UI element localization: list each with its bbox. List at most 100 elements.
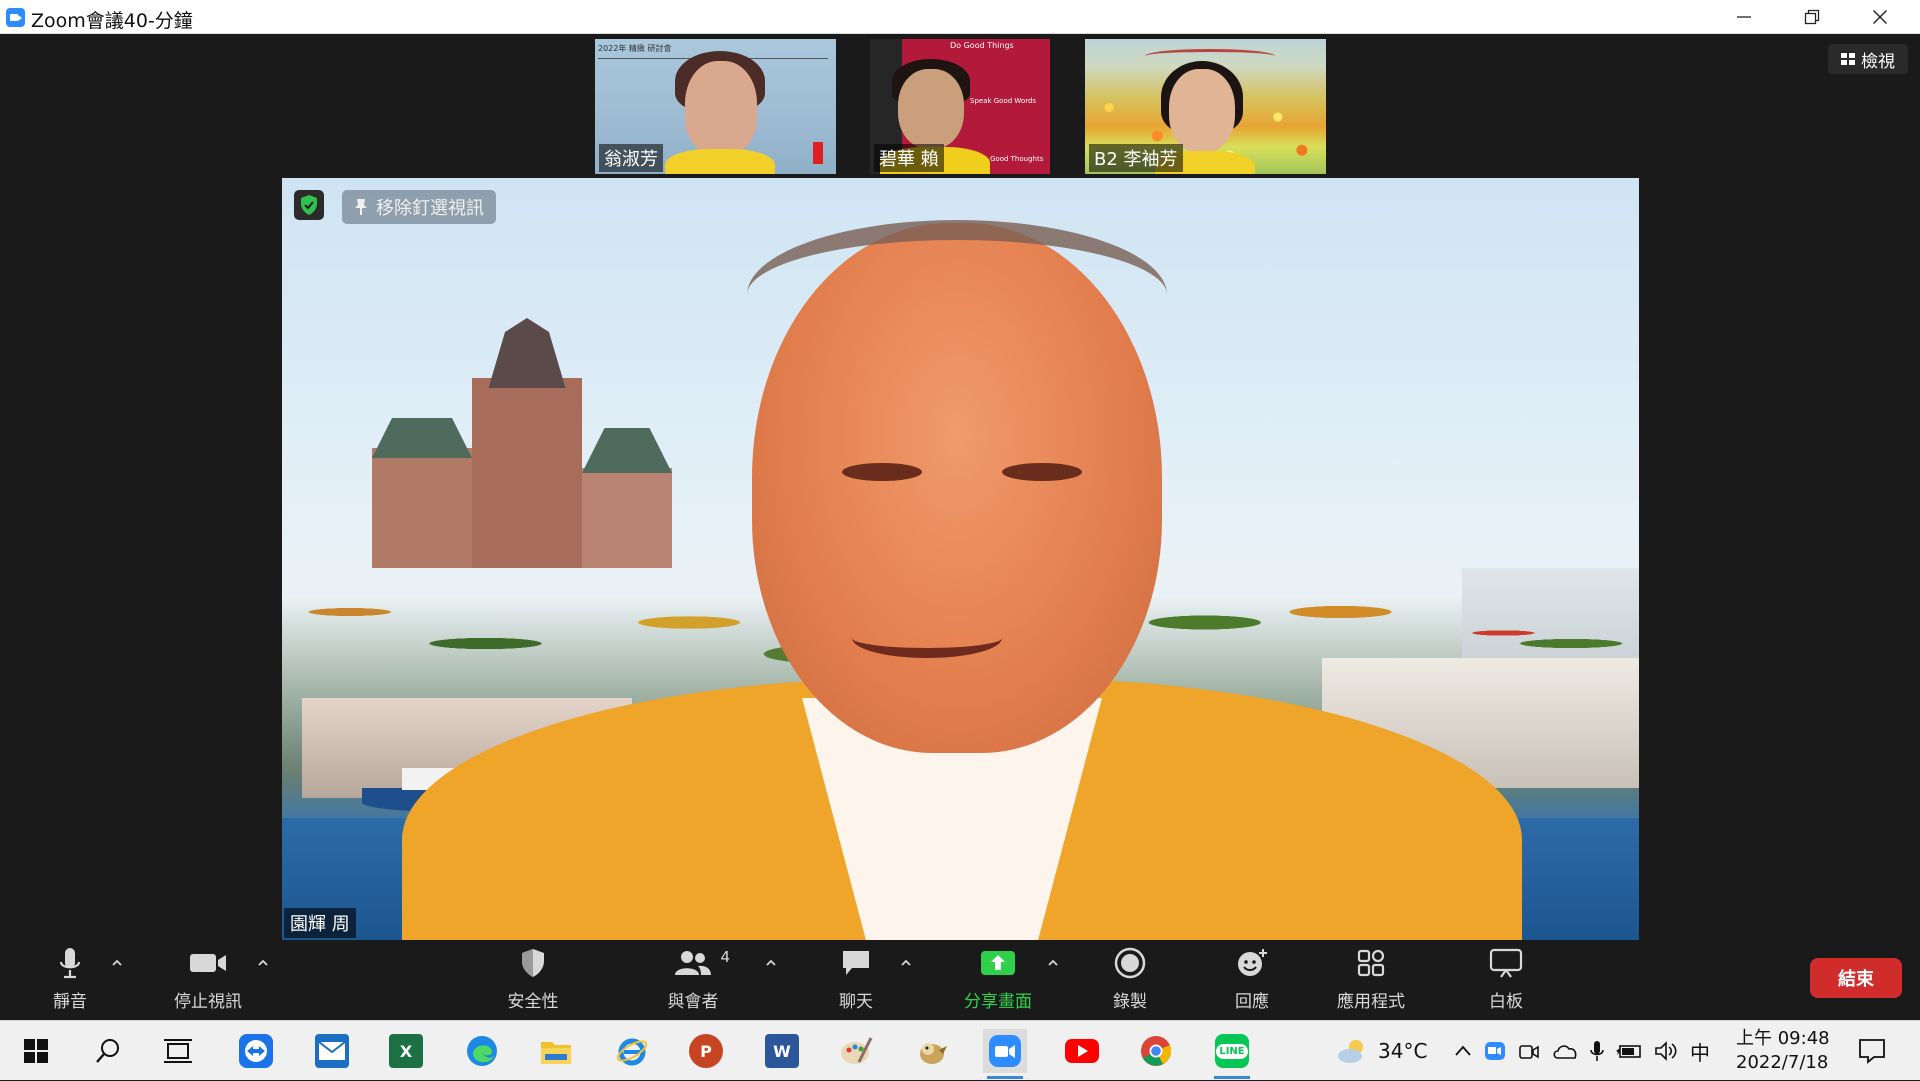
meeting-area: 2022年 精緻 研討會 翁淑芳 Do Good Things Speak Go… bbox=[0, 34, 1920, 940]
restore-icon bbox=[1804, 9, 1820, 25]
chrome-icon bbox=[1141, 1036, 1172, 1066]
windows-taskbar: X P W LINE 34°C 中 上午 09:48 2022/7/18 bbox=[0, 1020, 1920, 1080]
security-label: 安全性 bbox=[507, 992, 559, 1012]
board-text: Speak Good Words bbox=[970, 97, 1037, 105]
chevron-up-icon[interactable] bbox=[110, 956, 124, 970]
minimize-icon bbox=[1737, 16, 1751, 18]
weather-widget[interactable]: 34°C bbox=[1336, 1021, 1427, 1081]
teamviewer-app[interactable] bbox=[234, 1029, 278, 1073]
close-button[interactable] bbox=[1846, 0, 1914, 34]
share-screen-label: 分享畫面 bbox=[964, 992, 1032, 1012]
participant-face bbox=[898, 69, 964, 149]
view-label: 檢視 bbox=[1861, 51, 1895, 72]
chevron-up-icon[interactable] bbox=[1046, 956, 1060, 970]
speaker-eye bbox=[842, 463, 922, 481]
zoom-app[interactable] bbox=[983, 1029, 1027, 1079]
chevron-up-icon[interactable] bbox=[1454, 1044, 1472, 1058]
speaker-eye bbox=[1002, 463, 1082, 481]
speaker-name: 園輝 周 bbox=[284, 908, 356, 938]
meet-now-icon[interactable] bbox=[1518, 1041, 1540, 1061]
notifications-button[interactable] bbox=[1850, 1029, 1894, 1073]
security-shield-icon[interactable] bbox=[294, 190, 324, 220]
microphone-tray-icon[interactable] bbox=[1590, 1040, 1604, 1062]
stop-video-label: 停止視訊 bbox=[174, 992, 242, 1012]
internet-explorer-app[interactable] bbox=[610, 1029, 654, 1073]
bird-app[interactable] bbox=[910, 1029, 954, 1073]
unpin-label: 移除釘選視訊 bbox=[376, 198, 484, 219]
zoom-icon bbox=[989, 1035, 1021, 1067]
pin-icon bbox=[355, 199, 367, 215]
teamviewer-icon bbox=[239, 1034, 273, 1068]
chat-label: 聊天 bbox=[839, 992, 873, 1012]
end-meeting-button[interactable]: 結束 bbox=[1810, 958, 1902, 998]
chat-button[interactable]: 聊天 bbox=[834, 946, 878, 1012]
video-camera-icon bbox=[190, 954, 226, 972]
system-tray: 中 bbox=[1454, 1021, 1710, 1081]
shield-icon bbox=[522, 949, 544, 977]
record-label: 錄製 bbox=[1113, 992, 1147, 1012]
onedrive-icon[interactable] bbox=[1552, 1042, 1578, 1060]
participant-name: 碧華 賴 bbox=[874, 144, 944, 172]
youtube-icon bbox=[1065, 1039, 1099, 1063]
ime-indicator[interactable]: 中 bbox=[1690, 1037, 1710, 1066]
task-view-button[interactable] bbox=[156, 1029, 200, 1073]
powerpoint-icon: P bbox=[689, 1034, 723, 1068]
participant-face bbox=[1169, 69, 1235, 153]
microphone-icon bbox=[59, 948, 81, 979]
reactions-button[interactable]: 回應 bbox=[1230, 946, 1274, 1012]
participant-tile[interactable]: Do Good Things Speak Good Words Good Tho… bbox=[870, 39, 1050, 174]
security-button[interactable]: 安全性 bbox=[500, 946, 566, 1012]
apps-label: 應用程式 bbox=[1337, 992, 1405, 1012]
search-button[interactable] bbox=[86, 1029, 130, 1073]
whiteboard-label: 白板 bbox=[1489, 992, 1523, 1012]
chrome-app[interactable] bbox=[1134, 1029, 1178, 1073]
excel-app[interactable]: X bbox=[384, 1029, 428, 1073]
apps-button[interactable]: 應用程式 bbox=[1333, 946, 1409, 1012]
participant-tile[interactable]: 2022年 精緻 研討會 翁淑芳 bbox=[595, 39, 836, 174]
line-app[interactable]: LINE bbox=[1210, 1029, 1254, 1079]
view-button[interactable]: 檢視 bbox=[1828, 44, 1908, 74]
whiteboard-button[interactable]: 白板 bbox=[1484, 946, 1528, 1012]
minimize-button[interactable] bbox=[1710, 0, 1778, 34]
zoom-tray-icon[interactable] bbox=[1484, 1041, 1506, 1061]
participant-tile[interactable]: B2 李袖芳 bbox=[1085, 39, 1326, 174]
emoji-icon bbox=[1238, 949, 1267, 976]
participant-name: 翁淑芳 bbox=[599, 144, 663, 172]
grid-view-icon bbox=[1841, 53, 1855, 65]
mail-app[interactable] bbox=[310, 1029, 354, 1073]
file-explorer-app[interactable] bbox=[534, 1029, 578, 1073]
task-view-icon bbox=[164, 1039, 192, 1063]
speaker-hair bbox=[747, 220, 1167, 370]
start-button[interactable] bbox=[14, 1029, 58, 1073]
chevron-up-icon[interactable] bbox=[899, 956, 913, 970]
chevron-up-icon[interactable] bbox=[256, 956, 270, 970]
volume-icon[interactable] bbox=[1654, 1041, 1678, 1061]
taskbar-clock[interactable]: 上午 09:48 2022/7/18 bbox=[1736, 1027, 1830, 1075]
word-app[interactable]: W bbox=[760, 1029, 804, 1073]
restore-button[interactable] bbox=[1778, 0, 1846, 34]
stop-video-button[interactable]: 停止視訊 bbox=[168, 946, 248, 1012]
participant-face bbox=[685, 61, 757, 155]
reactions-label: 回應 bbox=[1235, 992, 1269, 1012]
powerpoint-app[interactable]: P bbox=[684, 1029, 728, 1073]
partly-cloudy-icon bbox=[1338, 1040, 1363, 1063]
app-bird-icon bbox=[920, 1043, 947, 1064]
active-speaker-video[interactable]: 移除釘選視訊 園輝 周 bbox=[282, 178, 1639, 940]
temperature: 34°C bbox=[1378, 1039, 1428, 1063]
youtube-app[interactable] bbox=[1060, 1029, 1104, 1073]
mute-button[interactable]: 靜音 bbox=[48, 946, 92, 1012]
participant-name: B2 李袖芳 bbox=[1089, 144, 1183, 172]
slide-text: 2022年 精緻 研討會 bbox=[598, 44, 672, 53]
word-icon: W bbox=[765, 1034, 799, 1068]
unpin-video-button[interactable]: 移除釘選視訊 bbox=[342, 190, 496, 224]
line-label: LINE bbox=[1216, 1043, 1248, 1059]
share-screen-button[interactable]: 分享畫面 bbox=[958, 946, 1038, 1012]
meeting-toolbar: 靜音 停止視訊 安全性 4 與會者 聊天 分享畫面 錄製 回應 應用程式 白板 … bbox=[0, 940, 1920, 1020]
record-button[interactable]: 錄製 bbox=[1108, 946, 1152, 1012]
edge-app[interactable] bbox=[460, 1029, 504, 1073]
paint-app[interactable] bbox=[834, 1029, 878, 1073]
battery-icon[interactable] bbox=[1616, 1043, 1642, 1059]
chevron-up-icon[interactable] bbox=[764, 956, 778, 970]
participants-button[interactable]: 4 與會者 bbox=[660, 946, 731, 1012]
windows-start-icon bbox=[24, 1039, 48, 1063]
